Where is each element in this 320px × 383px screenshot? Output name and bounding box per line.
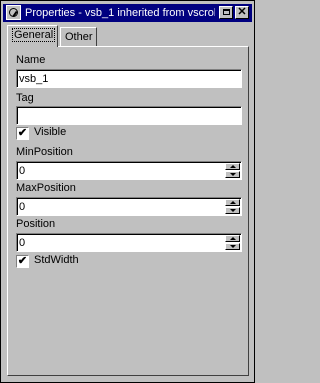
tab-strip: General Other: [7, 25, 247, 47]
maxposition-input[interactable]: [19, 199, 219, 214]
minposition-field[interactable]: [16, 161, 242, 180]
position-input[interactable]: [19, 235, 219, 250]
tag-input[interactable]: [19, 108, 219, 123]
name-input[interactable]: [19, 71, 219, 86]
name-label: Name: [16, 54, 46, 66]
visible-checkbox[interactable]: ✔: [16, 127, 29, 140]
spin-down-icon[interactable]: [225, 243, 240, 250]
tab-other[interactable]: Other: [60, 27, 97, 47]
properties-icon[interactable]: [6, 5, 21, 20]
general-panel: Name Tag ✔ Visible MinPosition MaxPositi…: [7, 46, 249, 376]
minposition-spinner[interactable]: [225, 163, 240, 178]
maxposition-field[interactable]: [16, 197, 242, 216]
tag-field[interactable]: [16, 106, 242, 125]
title-bar[interactable]: Properties - vsb_1 inherited from vscrol…: [3, 4, 252, 22]
position-spinner[interactable]: [225, 235, 240, 250]
maximize-button[interactable]: [219, 6, 233, 19]
close-icon: ✕: [237, 6, 247, 18]
stdwidth-checkbox[interactable]: ✔: [16, 255, 29, 268]
minposition-label: MinPosition: [16, 146, 73, 158]
stdwidth-label[interactable]: StdWidth: [34, 254, 79, 266]
name-field[interactable]: [16, 69, 242, 88]
minposition-input[interactable]: [19, 163, 219, 178]
tag-label: Tag: [16, 92, 34, 104]
close-button[interactable]: ✕: [235, 6, 249, 19]
spin-down-icon[interactable]: [225, 171, 240, 178]
spin-down-icon[interactable]: [225, 207, 240, 214]
position-label: Position: [16, 218, 56, 230]
position-field[interactable]: [16, 233, 242, 252]
properties-window: Properties - vsb_1 inherited from vscrol…: [0, 0, 255, 383]
maxposition-spinner[interactable]: [225, 199, 240, 214]
visible-label[interactable]: Visible: [34, 126, 66, 138]
maximize-icon: [222, 9, 230, 15]
spin-up-icon[interactable]: [225, 199, 240, 206]
spin-up-icon[interactable]: [225, 163, 240, 170]
spin-up-icon[interactable]: [225, 235, 240, 242]
tab-general[interactable]: General: [7, 25, 58, 47]
window-title: Properties - vsb_1 inherited from vscrol…: [25, 7, 215, 19]
maxposition-label: MaxPosition: [16, 182, 76, 194]
